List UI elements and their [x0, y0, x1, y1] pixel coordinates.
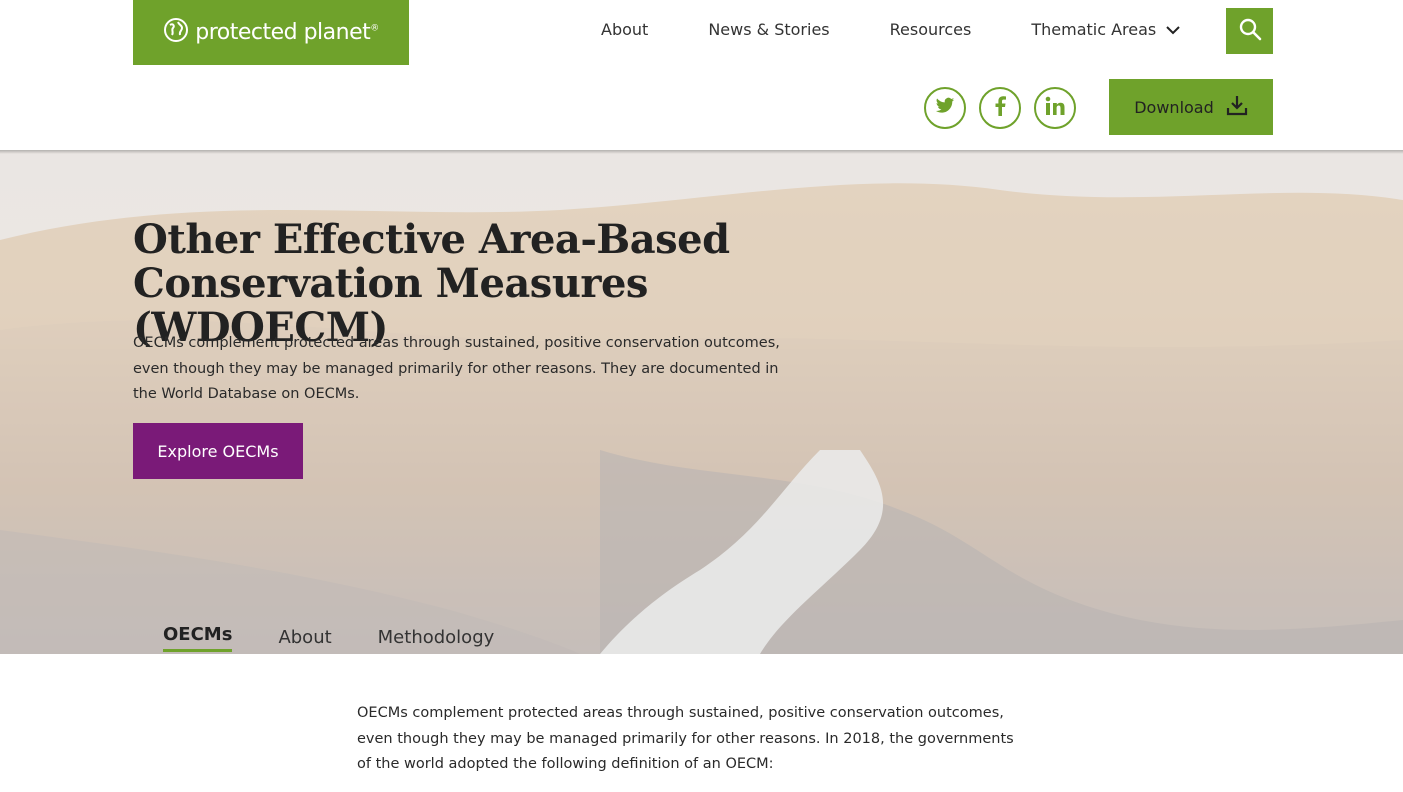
tab-oecms[interactable]: OECMs — [163, 624, 233, 652]
search-button[interactable] — [1226, 8, 1273, 54]
intro-paragraph: OECMs complement protected areas through… — [357, 705, 1014, 772]
tab-about[interactable]: About — [278, 627, 331, 652]
section-tabs: OECMs About Methodology — [163, 624, 540, 652]
download-button[interactable]: Download — [1109, 79, 1273, 135]
logo-text: protected planet® — [195, 20, 379, 45]
nav-item-thematic-areas[interactable]: Thematic Areas — [1031, 20, 1180, 39]
chevron-down-icon — [1166, 20, 1180, 39]
download-icon — [1226, 94, 1248, 120]
linkedin-button[interactable] — [1034, 87, 1076, 129]
linkedin-icon — [1045, 96, 1065, 121]
site-logo[interactable]: protected planet® — [133, 0, 409, 65]
hero-section: Other Effective Area-Based Conservation M… — [0, 150, 1403, 654]
download-label: Download — [1134, 97, 1214, 117]
nav-item-news-stories[interactable]: News & Stories — [708, 20, 829, 39]
twitter-button[interactable] — [924, 87, 966, 129]
tab-methodology[interactable]: Methodology — [378, 627, 495, 652]
explore-oecms-button[interactable]: Explore OECMs — [133, 423, 303, 479]
twitter-icon — [935, 97, 955, 120]
nav-item-resources[interactable]: Resources — [890, 20, 972, 39]
site-header: protected planet® About News & Stories R… — [0, 0, 1403, 150]
hero-description: OECMs complement protected areas through… — [133, 335, 780, 402]
facebook-button[interactable] — [979, 87, 1021, 129]
search-icon — [1238, 17, 1262, 46]
nav-item-about[interactable]: About — [601, 20, 648, 39]
main-nav: About News & Stories Resources Thematic … — [601, 20, 1180, 39]
globe-icon — [163, 17, 189, 48]
facebook-icon — [994, 95, 1006, 121]
